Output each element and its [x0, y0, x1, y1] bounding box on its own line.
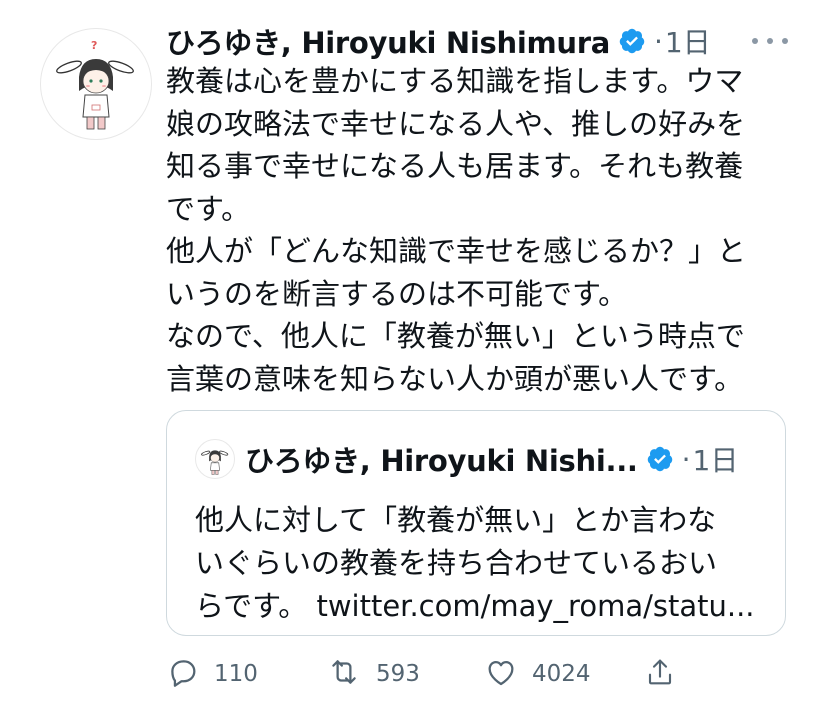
- tweet-line: 娘の攻略法で幸せになる人や、推しの好みを: [166, 106, 746, 141]
- author-name[interactable]: ひろゆき, Hiroyuki Nishimura: [166, 20, 610, 62]
- tweet-line: なので、他人に「教養が無い」という時点で: [166, 319, 745, 353]
- retweet-count: 593: [376, 661, 420, 687]
- verified-badge-icon: [618, 27, 646, 55]
- tweet-line: 教養は心を豊かにする知識を指します。ウマ: [166, 64, 744, 98]
- quoted-tweet-text: 他人に対して「教養が無い」とか言わな いぐらいの教養を持ち合わせているおい らで…: [195, 499, 775, 628]
- retweet-button[interactable]: 593: [326, 650, 420, 698]
- share-icon: [644, 655, 676, 693]
- tweet-line: です。: [166, 191, 251, 226]
- quoted-verified-badge-icon: [646, 445, 674, 473]
- quoted-tweet-line: 他人に対して「教養が無い」とか言わな: [195, 503, 717, 537]
- tweet-actions: 110 593 4024: [166, 650, 686, 698]
- reply-icon: [166, 655, 200, 693]
- reply-button[interactable]: 110: [166, 650, 258, 698]
- tweet-line: 言葉の意味を知らない人か頭が悪い人です。: [166, 361, 744, 396]
- reply-count: 110: [214, 661, 258, 687]
- quoted-separator-dot: ·: [681, 442, 691, 476]
- retweet-icon: [326, 655, 362, 693]
- separator-dot: ·: [654, 24, 663, 58]
- tweet-header: ひろゆき, Hiroyuki Nishimura · 1日: [166, 18, 711, 64]
- tweet-time[interactable]: 1日: [665, 21, 711, 61]
- tweet-line: 他人が「どんな知識で幸せを感じるか？」と: [166, 234, 747, 268]
- quoted-tweet-time: 1日: [692, 444, 739, 477]
- share-button[interactable]: [644, 650, 676, 698]
- heart-icon: [484, 655, 518, 693]
- quoted-tweet-header: ひろゆき, Hiroyuki Nishi... · 1日: [195, 439, 738, 479]
- quoted-tweet-line: いぐらいの教養を持ち合わせているおい: [195, 546, 718, 580]
- like-button[interactable]: 4024: [484, 650, 591, 698]
- quoted-tweet-card[interactable]: ひろゆき, Hiroyuki Nishi... · 1日 他人に対して「教養が無…: [166, 410, 786, 636]
- tweet-line: 知る事で幸せになる人も居ます。それも教養: [166, 149, 744, 183]
- avatar-illustration: ?: [56, 39, 134, 130]
- tweet: ? ひろゆき, Hiroyuki Nishimura · 1日 教養は心を豊かに…: [0, 0, 828, 722]
- quoted-author-avatar: [195, 439, 235, 479]
- tweet-text: 教養は心を豊かにする知識を指します。ウマ 娘の攻略法で幸せになる人や、推しの好み…: [166, 60, 806, 400]
- tweet-line: いうのを断言するのは不可能です。: [166, 276, 628, 311]
- quoted-author-name[interactable]: ひろゆき, Hiroyuki Nishi...: [245, 438, 638, 480]
- more-options-icon[interactable]: [752, 29, 788, 53]
- quoted-avatar-illustration: [201, 450, 229, 475]
- like-count: 4024: [532, 661, 591, 687]
- author-avatar[interactable]: ?: [40, 28, 152, 140]
- svg-text:?: ?: [91, 39, 97, 52]
- quoted-tweet-line: らです。 twitter.com/may_roma/statu...: [195, 589, 755, 623]
